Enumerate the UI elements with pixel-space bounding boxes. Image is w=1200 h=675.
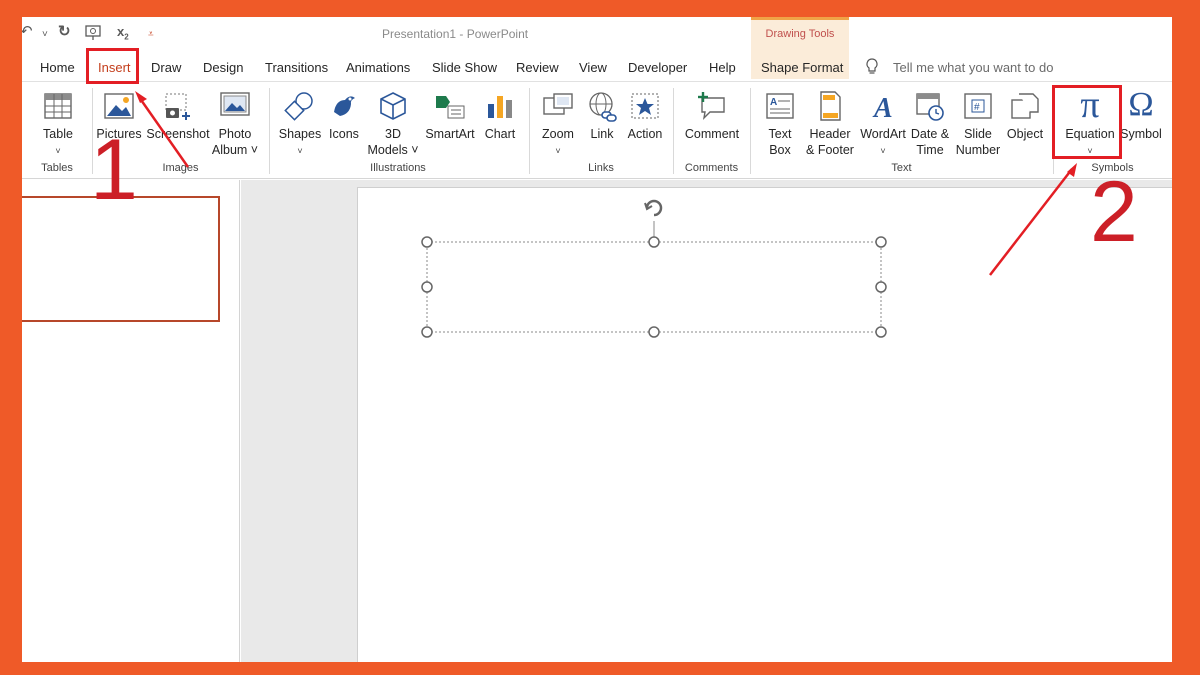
object-button[interactable]: Object: [1004, 90, 1046, 142]
screenshot-icon: [165, 93, 190, 120]
shapes-icon: [284, 92, 313, 121]
subscript-icon[interactable]: x2: [117, 23, 129, 47]
svg-text:A: A: [872, 93, 893, 122]
table-icon: [44, 93, 72, 119]
date-time-button[interactable]: Date & Time: [908, 90, 952, 158]
comment-icon: [698, 92, 725, 121]
insert-ribbon: Table ˅ Tables Pictures Screenshot Photo…: [22, 81, 1172, 179]
title-bar: ↶ ˅ ↻ x2 ⩡ Presentation1 - PowerPoint: [22, 17, 1172, 55]
calendar-clock-icon: [916, 93, 944, 121]
undo-dropdown-icon[interactable]: ˅: [42, 26, 48, 44]
header-footer-button[interactable]: Header & Footer: [804, 90, 856, 158]
object-icon: [1011, 93, 1039, 119]
wordart-icon: A: [872, 93, 893, 122]
powerpoint-window: ↶ ˅ ↻ x2 ⩡ Presentation1 - PowerPoint Dr…: [22, 17, 1172, 662]
lightbulb-icon: [866, 58, 878, 74]
smartart-button[interactable]: SmartArt: [424, 90, 476, 142]
tab-home[interactable]: Home: [40, 60, 75, 75]
action-button[interactable]: Action: [624, 90, 666, 142]
tell-me-search[interactable]: Tell me what you want to do: [893, 60, 1053, 75]
pictures-icon: [104, 93, 134, 119]
table-button[interactable]: Table ˅: [38, 90, 78, 159]
cube-icon: [380, 92, 406, 120]
text-box-button[interactable]: A Text Box: [760, 90, 800, 158]
tab-slide-show[interactable]: Slide Show: [432, 60, 497, 75]
slide-canvas[interactable]: [357, 187, 1172, 662]
customize-qat-icon[interactable]: ⩡: [148, 26, 154, 44]
tab-shape-format[interactable]: Shape Format: [761, 60, 843, 75]
chart-icon: [488, 96, 512, 118]
group-label-text: Text: [891, 162, 912, 174]
zoom-button[interactable]: Zoom ˅: [538, 90, 578, 159]
action-star-icon: [631, 93, 659, 119]
omega-icon: Ω: [1128, 86, 1154, 123]
icons-icon: [334, 96, 355, 116]
header-footer-icon: [820, 91, 841, 121]
tab-design[interactable]: Design: [203, 60, 243, 75]
link-button[interactable]: Link: [584, 90, 620, 142]
icons-button[interactable]: Icons: [326, 90, 362, 142]
window-title: Presentation1 - PowerPoint: [382, 27, 529, 41]
tab-animations[interactable]: Animations: [346, 60, 410, 75]
slide-editor: [241, 180, 1172, 662]
tab-developer[interactable]: Developer: [628, 60, 687, 75]
shapes-button[interactable]: Shapes ˅: [278, 90, 322, 159]
3d-models-button[interactable]: 3D Models ˅: [366, 90, 420, 158]
highlight-equation-button: [1052, 85, 1122, 159]
drawing-tools-label: Drawing Tools: [765, 28, 835, 40]
svg-text:A: A: [770, 97, 777, 108]
presenter-icon[interactable]: [84, 24, 104, 42]
tab-transitions[interactable]: Transitions: [265, 60, 328, 75]
undo-icon[interactable]: ↶: [22, 23, 33, 41]
group-label-links: Links: [588, 162, 614, 174]
photo-album-button[interactable]: Photo Album ˅: [210, 90, 260, 158]
tab-review[interactable]: Review: [516, 60, 559, 75]
chart-button[interactable]: Chart: [480, 90, 520, 142]
symbol-button[interactable]: Ω Symbol: [1118, 86, 1164, 142]
globe-link-icon: [589, 92, 617, 122]
group-label-comments: Comments: [684, 162, 739, 174]
slide-number-button[interactable]: # Slide Number: [954, 90, 1002, 158]
slide-thumbnail-pane: [22, 180, 240, 662]
text-box-icon: A: [766, 93, 794, 119]
step-2-label: 2: [1090, 164, 1138, 260]
photo-album-icon: [220, 92, 250, 116]
tab-help[interactable]: Help: [709, 60, 736, 75]
comment-button[interactable]: Comment: [682, 90, 742, 142]
step-1-label: 1: [90, 122, 138, 218]
wordart-button[interactable]: A WordArt ˅: [858, 90, 908, 159]
smartart-icon: [436, 96, 465, 119]
tab-draw[interactable]: Draw: [151, 60, 181, 75]
svg-text:#: #: [974, 102, 980, 113]
redo-icon[interactable]: ↻: [58, 23, 71, 41]
highlight-insert-tab: [86, 48, 139, 84]
screenshot-button[interactable]: Screenshot: [146, 90, 210, 142]
slide-number-icon: #: [964, 93, 992, 119]
selected-text-box[interactable]: [358, 188, 1172, 662]
group-label-illustrations: Illustrations: [370, 162, 426, 174]
tab-view[interactable]: View: [579, 60, 607, 75]
group-label-tables: Tables: [41, 162, 73, 174]
zoom-icon: [543, 93, 573, 115]
